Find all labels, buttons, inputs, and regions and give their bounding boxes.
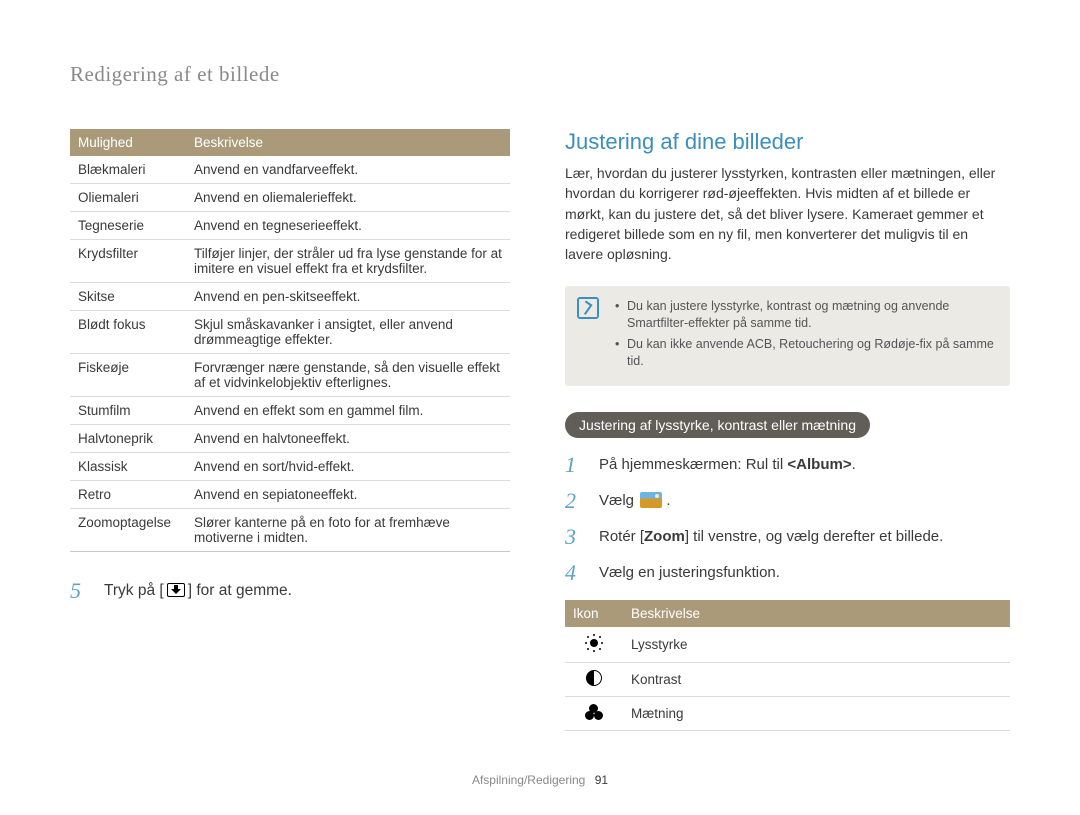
right-column: Justering af dine billeder Lær, hvordan … bbox=[565, 129, 1010, 731]
th-icon: Ikon bbox=[565, 600, 623, 627]
step-number: 5 bbox=[70, 578, 92, 604]
table-row: Mætning bbox=[565, 696, 1010, 730]
page-footer: Afspilning/Redigering 91 bbox=[0, 773, 1080, 787]
left-column: Mulighed Beskrivelse BlækmaleriAnvend en… bbox=[70, 129, 510, 731]
step-number: 4 bbox=[565, 560, 587, 586]
step-text-before: Tryk på [ bbox=[104, 582, 164, 599]
icon-label: Kontrast bbox=[623, 662, 1010, 696]
subsection-pill: Justering af lysstyrke, kontrast eller m… bbox=[565, 412, 870, 438]
table-row: SkitseAnvend en pen-skitseeffekt. bbox=[70, 283, 510, 311]
table-row: Blødt fokusSkjul småskavanker i ansigtet… bbox=[70, 311, 510, 354]
table-row: HalvtoneprikAnvend en halvtoneeffekt. bbox=[70, 425, 510, 453]
table-row: ZoomoptagelseSlører kanterne på en foto … bbox=[70, 509, 510, 552]
table-row: KrydsfilterTilføjer linjer, der stråler … bbox=[70, 240, 510, 283]
th-description: Beskrivelse bbox=[623, 600, 1010, 627]
th-description: Beskrivelse bbox=[186, 129, 510, 156]
table-row: StumfilmAnvend en effekt som en gammel f… bbox=[70, 397, 510, 425]
step-text: På hjemmeskærmen: Rul til bbox=[599, 456, 787, 473]
contrast-icon bbox=[586, 670, 602, 686]
step-text-after: ] for at gemme. bbox=[188, 582, 292, 599]
zoom-label: Zoom bbox=[644, 528, 685, 545]
step-5: 5 Tryk på [ ] for at gemme. bbox=[70, 578, 510, 604]
saturation-icon bbox=[585, 704, 603, 720]
footer-section: Afspilning/Redigering bbox=[472, 773, 585, 787]
note-box: Du kan justere lysstyrke, kontrast og mæ… bbox=[565, 286, 1010, 386]
page-subtitle: Redigering af et billede bbox=[70, 62, 1010, 87]
step-number: 3 bbox=[565, 524, 587, 550]
save-icon bbox=[167, 583, 185, 597]
section-title: Justering af dine billeder bbox=[565, 129, 1010, 155]
step-4: 4 Vælg en justeringsfunktion. bbox=[565, 560, 1010, 586]
th-option: Mulighed bbox=[70, 129, 186, 156]
step-3: 3 Rotér [Zoom] til venstre, og vælg dere… bbox=[565, 524, 1010, 550]
table-row: Kontrast bbox=[565, 662, 1010, 696]
step-2: 2 Vælg . bbox=[565, 488, 1010, 514]
page-number: 91 bbox=[595, 773, 608, 787]
step-number: 2 bbox=[565, 488, 587, 514]
effects-table: Mulighed Beskrivelse BlækmaleriAnvend en… bbox=[70, 129, 510, 552]
note-item: Du kan ikke anvende ACB, Retouchering og… bbox=[615, 336, 996, 370]
step-text: Rotér [ bbox=[599, 528, 644, 545]
table-row: TegneserieAnvend en tegneserieeffekt. bbox=[70, 212, 510, 240]
album-thumbnail-icon bbox=[640, 492, 662, 508]
icon-label: Lysstyrke bbox=[623, 627, 1010, 663]
adjustment-icons-table: Ikon Beskrivelse Lysstyrke Kontrast Mætn… bbox=[565, 600, 1010, 731]
icon-label: Mætning bbox=[623, 696, 1010, 730]
section-body: Lær, hvordan du justerer lysstyrken, kon… bbox=[565, 163, 1010, 264]
album-label: <Album> bbox=[787, 456, 851, 473]
note-item: Du kan justere lysstyrke, kontrast og mæ… bbox=[615, 298, 996, 332]
table-row: BlækmaleriAnvend en vandfarveeffekt. bbox=[70, 156, 510, 184]
table-row: OliemaleriAnvend en oliemalerieffekt. bbox=[70, 184, 510, 212]
step-1: 1 På hjemmeskærmen: Rul til <Album>. bbox=[565, 452, 1010, 478]
step-number: 1 bbox=[565, 452, 587, 478]
note-icon bbox=[577, 297, 599, 319]
table-row: FiskeøjeForvrænger nære genstande, så de… bbox=[70, 354, 510, 397]
step-text: Vælg en justeringsfunktion. bbox=[599, 564, 780, 581]
table-row: RetroAnvend en sepiatoneeffekt. bbox=[70, 481, 510, 509]
table-row: Lysstyrke bbox=[565, 627, 1010, 663]
brightness-icon bbox=[585, 634, 603, 652]
table-row: KlassiskAnvend en sort/hvid-effekt. bbox=[70, 453, 510, 481]
step-text: Vælg bbox=[599, 492, 638, 509]
